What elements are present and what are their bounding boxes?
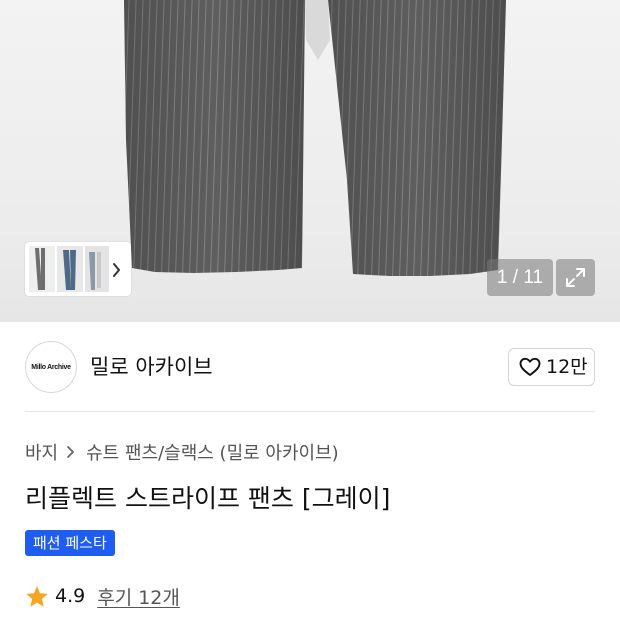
breadcrumb-subcategory[interactable]: 슈트 팬츠/슬랙스 (밀로 아카이브) <box>86 439 339 465</box>
brand-logo[interactable]: Millo Archive <box>25 341 77 393</box>
counter-separator: / <box>507 267 524 288</box>
brand-row: Millo Archive 밀로 아카이브 12만 <box>0 322 620 412</box>
event-badge: 패션 페스타 <box>25 530 115 556</box>
expand-image-button[interactable] <box>556 259 595 296</box>
breadcrumb: 바지 슈트 팬츠/슬랙스 (밀로 아카이브) <box>25 438 339 466</box>
image-counter: 1 / 11 <box>487 259 553 296</box>
section-divider <box>25 411 595 412</box>
heart-outline-icon <box>519 357 541 376</box>
chevron-right-icon[interactable] <box>106 262 126 278</box>
rating-value: 4.9 <box>55 585 86 607</box>
current-image-number: 1 <box>496 267 508 288</box>
like-count: 12만 <box>546 356 588 378</box>
review-link[interactable]: 후기 12개 <box>97 583 180 610</box>
total-image-count: 11 <box>523 267 544 288</box>
brand-logo-text: Millo Archive <box>31 363 71 371</box>
breadcrumb-category[interactable]: 바지 <box>25 439 58 465</box>
chevron-right-icon <box>67 446 75 458</box>
rating-row: 4.9 후기 12개 <box>25 581 180 611</box>
product-image-gallery[interactable]: 1 / 11 <box>0 0 620 322</box>
star-icon <box>26 585 48 607</box>
expand-icon <box>566 268 585 287</box>
brand-name[interactable]: 밀로 아카이브 <box>90 352 213 382</box>
product-title: 리플렉트 스트라이프 팬츠 [그레이] <box>25 484 391 513</box>
like-button[interactable]: 12만 <box>508 348 595 386</box>
